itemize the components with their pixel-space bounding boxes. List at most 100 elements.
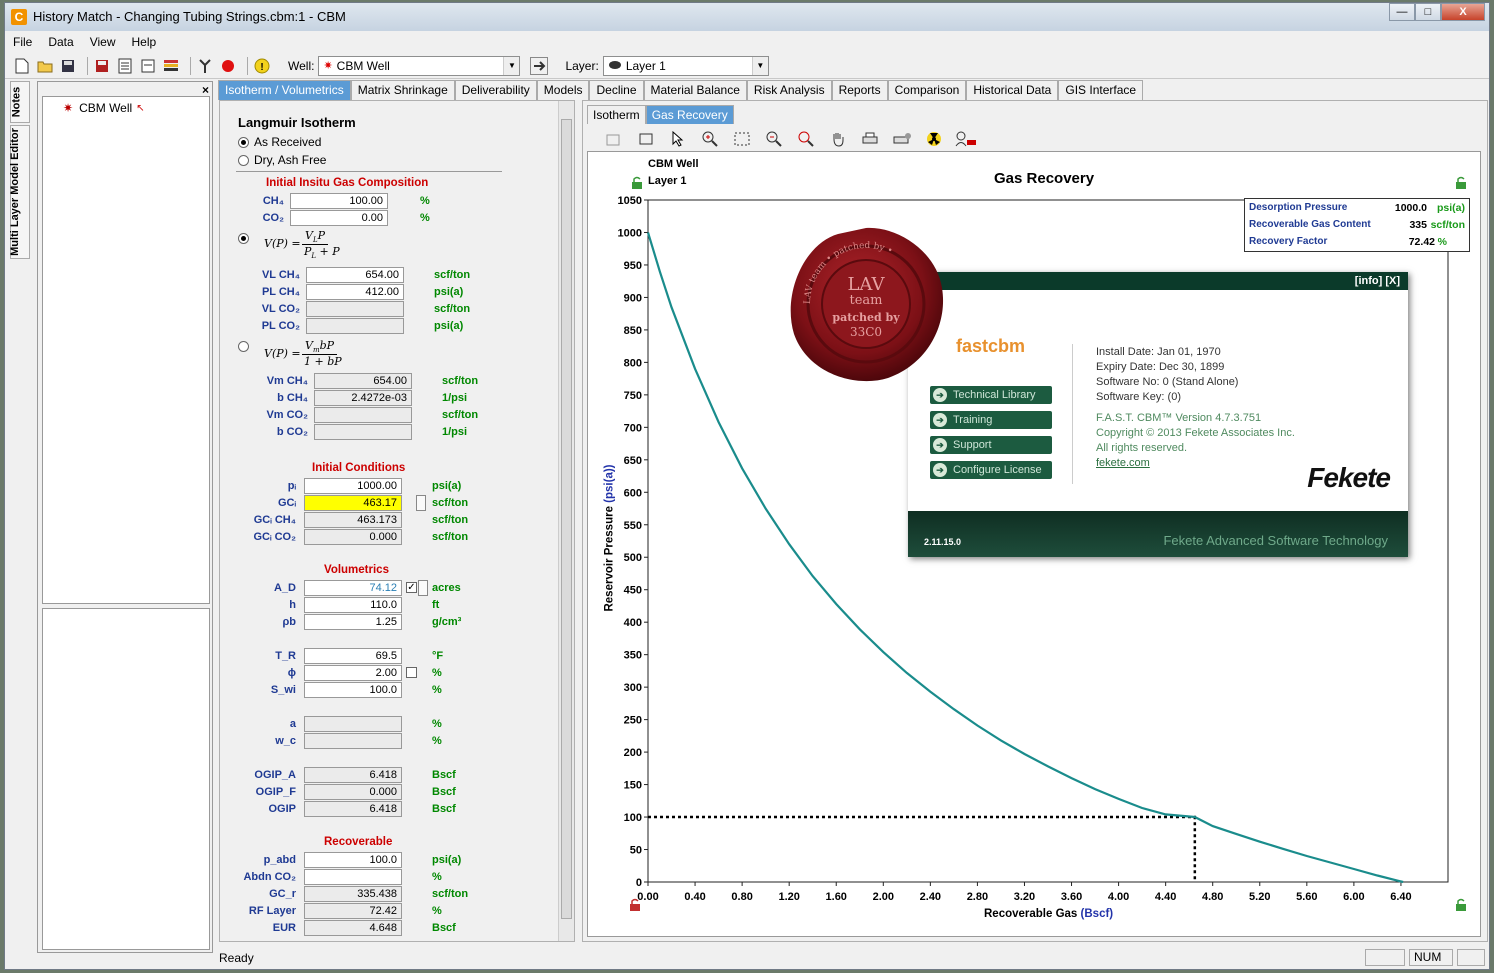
ogipf-field[interactable]: 0.000 bbox=[304, 784, 402, 800]
ch4-field[interactable]: 100.00 bbox=[290, 193, 388, 209]
save-red-icon[interactable] bbox=[93, 57, 111, 75]
tab-historical-data[interactable]: Historical Data bbox=[966, 80, 1059, 100]
ogipa-field[interactable]: 6.418 bbox=[304, 767, 402, 783]
tab-multi-layer-model-editor[interactable]: Multi Layer Model Editor bbox=[9, 125, 30, 259]
tab-isotherm-volumetrics[interactable]: Isotherm / Volumetrics bbox=[218, 80, 351, 100]
tab-deliverability[interactable]: Deliverability bbox=[454, 80, 537, 100]
input-scrollbar[interactable] bbox=[558, 101, 574, 941]
close-button[interactable]: X bbox=[1441, 3, 1485, 21]
b-co2-field[interactable] bbox=[314, 424, 412, 440]
record-icon[interactable] bbox=[219, 57, 237, 75]
porosity-checkbox[interactable] bbox=[406, 667, 417, 678]
bet-radio[interactable] bbox=[238, 341, 249, 352]
co2-field[interactable]: 0.00 bbox=[290, 210, 388, 226]
tab-reports[interactable]: Reports bbox=[831, 80, 888, 100]
support-button[interactable]: ➔ Support bbox=[930, 436, 1052, 454]
zoom-in-icon[interactable] bbox=[699, 129, 721, 149]
dry-ash-free-radio[interactable] bbox=[238, 155, 249, 166]
pabd-field[interactable]: 100.0 bbox=[304, 852, 402, 868]
as-received-radio[interactable] bbox=[238, 137, 249, 148]
eur-field[interactable]: 4.648 bbox=[304, 920, 402, 936]
close-icon[interactable]: × bbox=[202, 83, 209, 97]
pl-co2-field[interactable] bbox=[306, 318, 404, 334]
maximize-button[interactable]: □ bbox=[1415, 3, 1441, 21]
copy-icon[interactable] bbox=[603, 129, 625, 149]
lock-icon[interactable] bbox=[630, 176, 644, 193]
tab-gis-interface[interactable]: GIS Interface bbox=[1058, 80, 1144, 100]
layer-select[interactable]: Layer 1 ▼ bbox=[602, 55, 769, 76]
scrollbar-thumb[interactable] bbox=[561, 119, 572, 919]
menu-help[interactable]: Help bbox=[124, 35, 165, 49]
legend-value: 72.42 bbox=[1408, 236, 1435, 248]
ogip-field[interactable]: 6.418 bbox=[304, 801, 402, 817]
fekete-link[interactable]: fekete.com bbox=[1096, 457, 1150, 469]
layers-icon[interactable] bbox=[162, 57, 180, 75]
vl-co2-field[interactable] bbox=[306, 301, 404, 317]
area-calc-button[interactable] bbox=[418, 580, 428, 596]
tab-notes[interactable]: Notes bbox=[10, 81, 30, 123]
pl-ch4-field[interactable]: 412.00 bbox=[306, 284, 404, 300]
new-file-icon[interactable] bbox=[13, 57, 31, 75]
pi-field[interactable]: 1000.00 bbox=[304, 478, 402, 494]
gci-co2-field[interactable]: 0.000 bbox=[304, 529, 402, 545]
well-select[interactable]: ✷ CBM Well ▼ bbox=[318, 55, 521, 76]
menu-view[interactable]: View bbox=[82, 35, 124, 49]
area-field[interactable]: 74.12 bbox=[304, 580, 402, 596]
tab-isotherm[interactable]: Isotherm bbox=[587, 105, 646, 124]
langmuir-radio[interactable] bbox=[238, 233, 249, 244]
wc-field[interactable] bbox=[304, 733, 402, 749]
tab-material-balance[interactable]: Material Balance bbox=[643, 80, 747, 100]
zoom-box-icon[interactable] bbox=[731, 129, 753, 149]
minimize-button[interactable]: — bbox=[1389, 3, 1415, 21]
h-field[interactable]: 110.0 bbox=[304, 597, 402, 613]
tab-gas-recovery[interactable]: Gas Recovery bbox=[645, 105, 734, 124]
well-fork-icon[interactable] bbox=[196, 57, 214, 75]
zoom-reset-icon[interactable] bbox=[795, 129, 817, 149]
gci-calc-button[interactable] bbox=[416, 495, 426, 511]
lock-icon[interactable] bbox=[628, 898, 642, 915]
zoom-out-icon[interactable] bbox=[763, 129, 785, 149]
tab-decline[interactable]: Decline bbox=[589, 80, 644, 100]
b-ch4-field[interactable]: 2.4272e-03 bbox=[314, 390, 412, 406]
tab-risk-analysis[interactable]: Risk Analysis bbox=[746, 80, 832, 100]
splash-header[interactable]: [info] [X] bbox=[908, 272, 1408, 290]
configure-license-button[interactable]: ➔ Configure License bbox=[930, 461, 1052, 479]
pan-hand-icon[interactable] bbox=[827, 129, 849, 149]
swi-field[interactable]: 100.0 bbox=[304, 682, 402, 698]
gci-ch4-field[interactable]: 463.173 bbox=[304, 512, 402, 528]
rf-layer-field[interactable]: 72.42 bbox=[304, 903, 402, 919]
rhob-field[interactable]: 1.25 bbox=[304, 614, 402, 630]
save-icon[interactable] bbox=[59, 57, 77, 75]
lock-icon[interactable] bbox=[1454, 898, 1468, 915]
vm-co2-field[interactable] bbox=[314, 407, 412, 423]
tree-item-cbm-well[interactable]: ✷ CBM Well ↖ bbox=[63, 101, 145, 115]
window-icon[interactable] bbox=[635, 129, 657, 149]
menu-file[interactable]: File bbox=[5, 35, 40, 49]
warning-icon[interactable]: ! bbox=[253, 57, 271, 75]
gci-field[interactable]: 463.17 bbox=[304, 495, 402, 511]
abdn-co2-field[interactable] bbox=[304, 869, 402, 885]
notes-icon[interactable] bbox=[139, 57, 157, 75]
print-icon[interactable] bbox=[859, 129, 881, 149]
training-button[interactable]: ➔ Training bbox=[930, 411, 1052, 429]
porosity-field[interactable]: 2.00 bbox=[304, 665, 402, 681]
gcr-field[interactable]: 335.438 bbox=[304, 886, 402, 902]
radiation-icon[interactable] bbox=[923, 129, 945, 149]
pointer-icon[interactable] bbox=[667, 129, 689, 149]
tab-comparison[interactable]: Comparison bbox=[887, 80, 967, 100]
select-well-icon[interactable] bbox=[530, 56, 549, 75]
technical-library-button[interactable]: ➔ Technical Library bbox=[930, 386, 1052, 404]
lock-icon[interactable] bbox=[1454, 176, 1468, 193]
print-setup-icon[interactable] bbox=[891, 129, 913, 149]
vm-ch4-field[interactable]: 654.00 bbox=[314, 373, 412, 389]
ash-field[interactable] bbox=[304, 716, 402, 732]
vl-ch4-field[interactable]: 654.00 bbox=[306, 267, 404, 283]
user-settings-icon[interactable] bbox=[955, 129, 977, 149]
menu-data[interactable]: Data bbox=[40, 35, 81, 49]
tr-field[interactable]: 69.5 bbox=[304, 648, 402, 664]
tab-matrix-shrinkage[interactable]: Matrix Shrinkage bbox=[350, 80, 455, 100]
tab-models[interactable]: Models bbox=[536, 80, 590, 100]
report-icon[interactable] bbox=[116, 57, 134, 75]
area-checkbox[interactable]: ✓ bbox=[406, 582, 417, 593]
open-folder-icon[interactable] bbox=[36, 57, 54, 75]
